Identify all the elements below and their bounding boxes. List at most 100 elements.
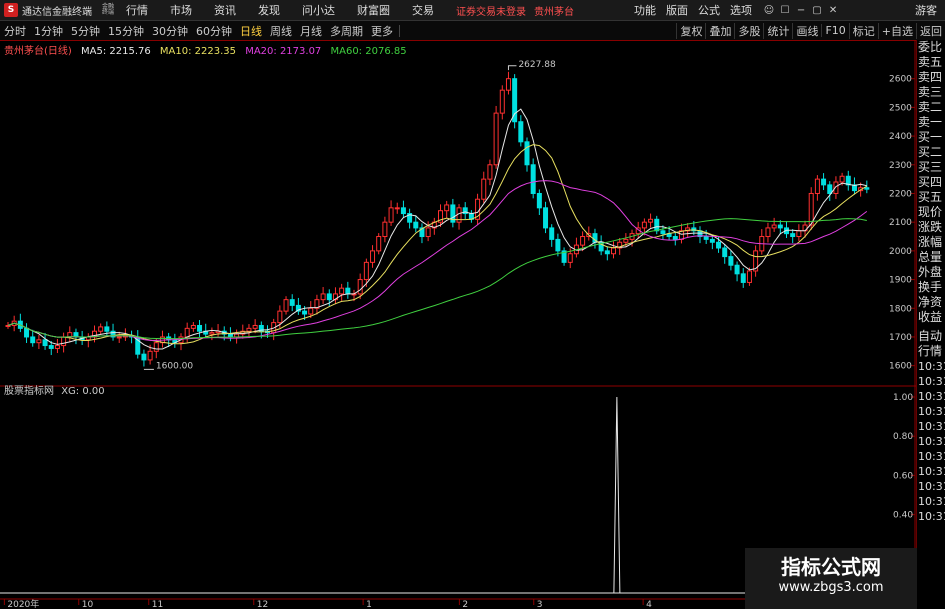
quote-field-label: 涨幅 [918,235,943,249]
window-icon[interactable]: ☐ [778,3,792,17]
candle-body [672,236,678,240]
period-tick[interactable]: 分时 [0,23,30,39]
candle-body [48,345,54,349]
menu-layout[interactable]: 版面 [666,2,688,18]
menu-market[interactable]: 市场 [170,2,192,18]
app-badge-bottom: 终端 [102,9,115,16]
watermark-url: www.zbgs3.com [778,580,884,595]
trade-login-warning[interactable]: 证券交易未登录 [456,3,526,18]
date-tick-label: 3 [537,600,543,609]
tick-header: 行情 [918,344,943,358]
quote-field-label: 换手 [918,280,943,294]
ma60-line [7,218,867,340]
add-watchlist-button[interactable]: +自选 [877,22,916,39]
menu-formula[interactable]: 公式 [698,2,720,18]
candle-body [716,241,722,249]
menu-ask[interactable]: 问小达 [302,2,335,18]
menu-trade[interactable]: 交易 [412,2,434,18]
quote-field-label: 委比 [918,40,943,54]
quote-top-list: 委比 卖五 卖四 卖三 卖二 卖一 买一 买二 买三 买四 买五 现价 涨跌 涨幅 总量 外盘 换手 净资 收益 [917,40,945,325]
close-icon[interactable]: ✕ [826,3,840,17]
maximize-icon[interactable]: ▢ [810,3,824,17]
candle-body [703,236,709,240]
quote-field-label: 买二 [918,145,943,159]
candle-body [493,112,499,166]
candle-body [227,333,233,338]
menu-news[interactable]: 资讯 [214,2,236,18]
candle-body [567,253,573,263]
date-tick-label: 11 [152,600,163,609]
candle-body [734,264,740,275]
ma-lines [7,108,868,350]
tick-time: 10:31 [918,405,945,418]
candle-body [98,326,104,332]
mark-button[interactable]: 标记 [848,22,878,39]
quote-field-label: 收益 [918,310,943,324]
quote-field-label: 涨跌 [918,220,943,234]
period-monthly[interactable]: 月线 [296,23,326,39]
menu-function[interactable]: 功能 [634,2,656,18]
period-60min[interactable]: 60分钟 [192,23,236,39]
candle-body [147,350,153,361]
back-button[interactable]: 返回 [916,22,945,39]
price-tick-label: 1600 [889,362,912,372]
candle-body [308,307,314,315]
indicator-title: 股票指标网 [4,386,54,397]
indicator-tick-label: 0.40 [893,511,913,521]
restore-rights-button[interactable]: 复权 [676,22,705,39]
ma20-label: MA20: 2173.07 [245,46,322,57]
quote-field-label: 买一 [918,130,943,144]
candle-body [660,230,666,235]
candle-body [141,353,147,361]
period-toolbar: 分时 1分钟 5分钟 15分钟 30分钟 60分钟 日线 周线 月线 多周期 更… [0,21,945,41]
quote-field-label: 买三 [918,160,943,174]
price-tick-label: 1900 [889,276,912,286]
skin-icon[interactable]: ☺ [762,3,776,17]
multi-stock-button[interactable]: 多股 [734,22,763,39]
period-more[interactable]: 更多 [367,23,397,39]
menu-discover[interactable]: 发现 [258,2,280,18]
price-tick-label: 2100 [889,218,912,228]
candle-body [370,250,376,263]
low-annotation: 1600.00 [156,362,193,372]
minimize-icon[interactable]: − [794,3,808,17]
period-1min[interactable]: 1分钟 [30,23,67,39]
period-multi[interactable]: 多周期 [326,23,367,39]
guest-login[interactable]: 游客 [915,2,937,18]
draw-line-button[interactable]: 画线 [792,22,821,39]
period-30min[interactable]: 30分钟 [148,23,192,39]
chart-canvas[interactable]: 1600 1700 1800 1900 2000 2100 2200 2300 2400 2500… [0,40,917,609]
chart-frame [0,40,917,609]
period-daily[interactable]: 日线 [236,23,266,39]
period-5min[interactable]: 5分钟 [67,23,104,39]
tick-time: 10:31 [918,360,945,373]
candle-body [814,178,820,194]
menu-options[interactable]: 选项 [730,2,752,18]
candle-body [339,287,345,295]
candle-body [740,273,746,283]
candle-body [771,224,777,229]
candle-body [345,287,351,295]
period-weekly[interactable]: 周线 [266,23,296,39]
quote-field-label: 外盘 [918,265,943,279]
period-15min[interactable]: 15分钟 [104,23,148,39]
ma10-line [7,144,868,345]
xg-spike [613,396,621,594]
menu-wealth[interactable]: 财富圈 [357,2,390,18]
f10-button[interactable]: F10 [821,24,848,37]
statistics-button[interactable]: 统计 [763,22,792,39]
candle-body [839,175,845,183]
quote-field-label: 卖四 [918,70,943,84]
quote-field-label: 买四 [918,175,943,189]
date-tick-label: 1 [366,600,372,609]
candle-body [499,89,505,114]
overlay-button[interactable]: 叠加 [705,22,734,39]
quote-field-label: 卖二 [918,100,943,114]
candle-body [555,238,561,252]
candle-body [394,207,400,210]
menu-quotes[interactable]: 行情 [126,2,148,18]
candle-body [549,227,555,240]
date-tick-label: 2020年 [7,598,39,609]
high-annotation-marker [507,65,517,71]
tick-time: 10:31 [918,510,945,523]
